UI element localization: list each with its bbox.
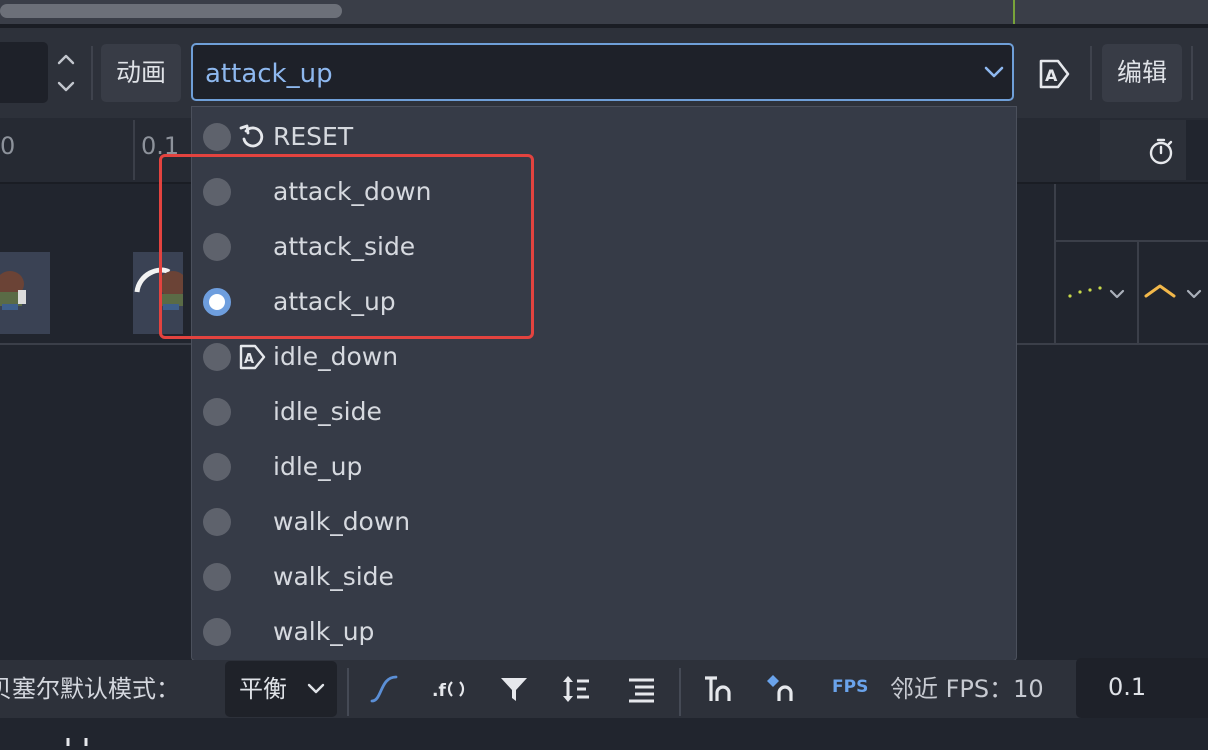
- chevron-down-icon: [981, 59, 1007, 85]
- toolbar-divider: [1191, 46, 1193, 100]
- edit-button[interactable]: 编辑: [1102, 44, 1182, 102]
- dropdown-item-label: idle_side: [273, 397, 382, 426]
- horizontal-scrollbar-thumb[interactable]: [0, 4, 342, 18]
- filter-icon[interactable]: [498, 673, 530, 705]
- bezier-mode-select[interactable]: 平衡: [225, 661, 337, 717]
- autoplay-on-load-button[interactable]: A: [1030, 52, 1076, 96]
- fps-toggle-button[interactable]: FPS: [832, 677, 868, 697]
- dropdown-item-label: walk_side: [273, 562, 394, 591]
- frame-spinbox-field[interactable]: [0, 42, 48, 103]
- radio-indicator: [203, 508, 231, 536]
- track-row-divider: [1054, 240, 1208, 242]
- toolbar-divider: [347, 668, 349, 716]
- svg-text:.f: .f: [432, 681, 446, 701]
- animation-select[interactable]: attack_up: [191, 43, 1014, 101]
- function-icon[interactable]: .f: [432, 673, 468, 705]
- dropdown-item-walk-up[interactable]: walk_up: [192, 604, 1016, 659]
- animation-menu-button[interactable]: 动画: [101, 44, 181, 102]
- bezier-label-clip: 贝塞尔默认模式：: [0, 660, 220, 718]
- chevron-up-icon[interactable]: [52, 48, 80, 72]
- reset-icon: [238, 122, 268, 152]
- snap-step-field[interactable]: 0.1: [1076, 658, 1208, 718]
- radio-indicator: [203, 123, 231, 151]
- chevron-down-icon[interactable]: [52, 74, 80, 98]
- dropdown-item-label: walk_down: [273, 507, 411, 536]
- radio-indicator: [203, 398, 231, 426]
- toolbar-divider: [679, 668, 681, 716]
- dropdown-item-label: idle_up: [273, 452, 363, 481]
- snap-keys-icon[interactable]: [764, 673, 796, 705]
- toolbar-divider: [91, 46, 93, 100]
- playhead-marker: [1013, 0, 1015, 24]
- highlight-annotation-box: [159, 154, 534, 339]
- timeline-tick: [133, 120, 135, 180]
- snap-icon[interactable]: [702, 673, 734, 705]
- radio-indicator: [203, 343, 231, 371]
- radio-indicator: [203, 618, 231, 646]
- bottom-panel-strip: [0, 718, 1208, 746]
- dropdown-item-idle-side[interactable]: idle_side: [192, 384, 1016, 439]
- list-icon[interactable]: [626, 673, 658, 705]
- fit-vertical-icon[interactable]: [560, 673, 592, 705]
- dropdown-item-idle-up[interactable]: idle_up: [192, 439, 1016, 494]
- panel-edge: [1186, 120, 1208, 180]
- radio-indicator: [203, 453, 231, 481]
- autoplay-icon: A: [238, 342, 268, 372]
- track-column-divider: [1137, 240, 1139, 344]
- snap-step-value: 0.1: [1108, 673, 1147, 701]
- dropdown-item-label: walk_up: [273, 617, 375, 646]
- svg-text:A: A: [1045, 66, 1058, 85]
- toolbar-divider: [1090, 46, 1092, 100]
- bezier-curve-icon[interactable]: [368, 673, 400, 705]
- loop-mode-dropdown[interactable]: [1144, 280, 1208, 310]
- frame-thumbnail[interactable]: [0, 252, 50, 334]
- svg-text:A: A: [244, 352, 254, 367]
- bezier-mode-value: 平衡: [239, 675, 287, 703]
- snap-fps-label: 邻近 FPS：10: [890, 675, 1044, 703]
- bezier-default-mode-label: 贝塞尔默认模式：: [0, 675, 180, 703]
- interpolation-mode-dropdown[interactable]: [1066, 280, 1130, 310]
- track-column-divider: [1054, 184, 1056, 344]
- selected-animation-value: attack_up: [205, 59, 333, 89]
- timeline-tick-label: 0: [0, 132, 16, 160]
- dropdown-item-walk-down[interactable]: walk_down: [192, 494, 1016, 549]
- stopwatch-icon[interactable]: [1146, 136, 1176, 166]
- radio-indicator: [203, 563, 231, 591]
- dropdown-item-walk-side[interactable]: walk_side: [192, 549, 1016, 604]
- chevron-down-icon: [305, 677, 327, 699]
